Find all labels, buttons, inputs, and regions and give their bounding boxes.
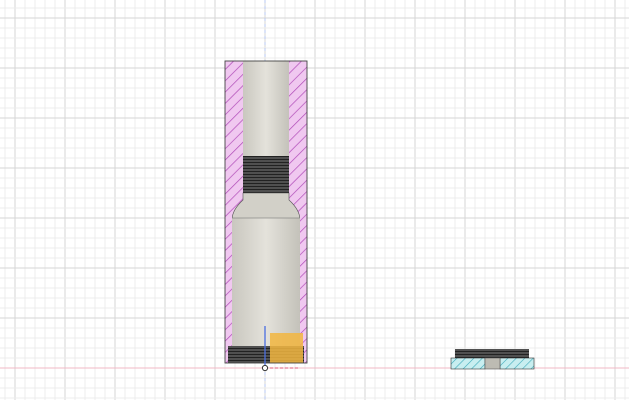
main-body-section[interactable] xyxy=(224,60,308,364)
selected-face-highlight[interactable] xyxy=(270,333,303,363)
internal-thread xyxy=(243,156,289,193)
canvas-viewport[interactable] xyxy=(0,0,629,400)
grid xyxy=(0,0,629,400)
nut-center-bore xyxy=(484,357,501,370)
left-lower-wall-hatch xyxy=(225,205,232,363)
lower-cavity xyxy=(232,218,300,346)
upper-bore xyxy=(243,61,289,156)
design-canvas[interactable] xyxy=(0,0,629,400)
nut-right-hatch xyxy=(499,357,535,370)
nut-thread-top xyxy=(455,349,529,358)
nut-part-section[interactable] xyxy=(450,349,535,370)
nut-left-hatch xyxy=(450,357,486,370)
